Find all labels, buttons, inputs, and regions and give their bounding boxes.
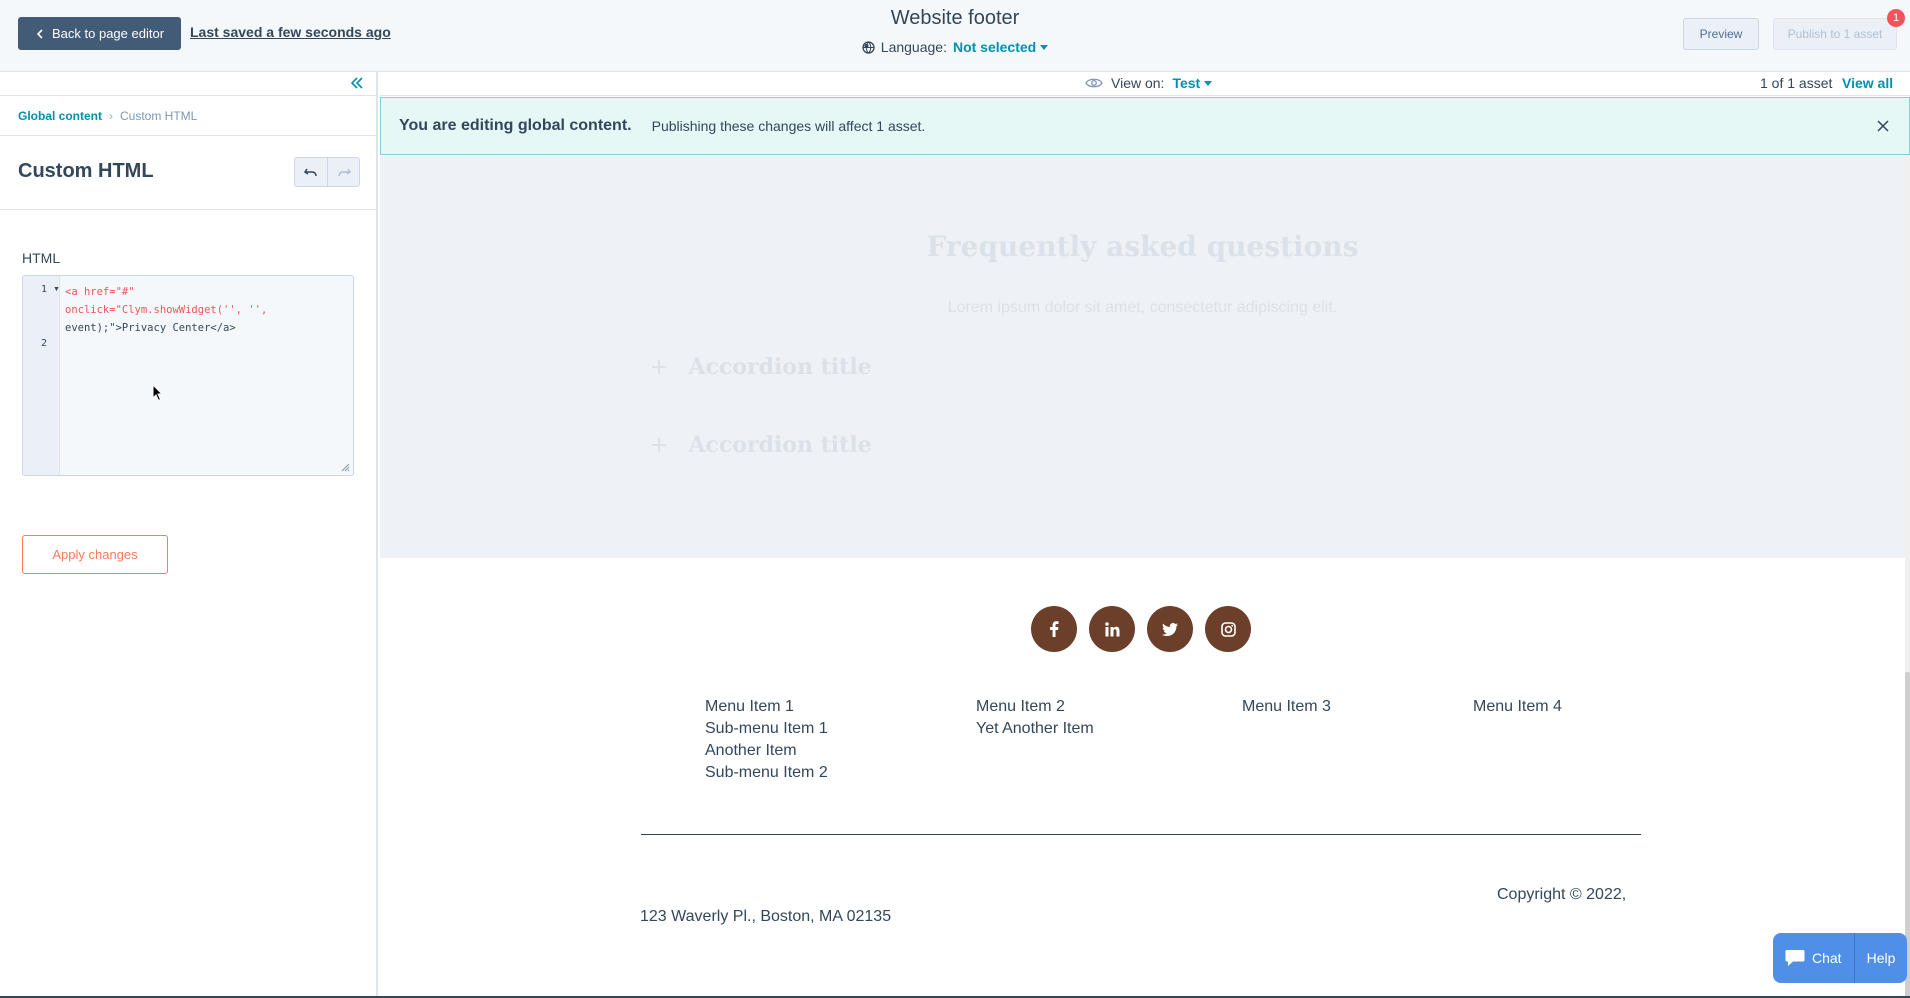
breadcrumb-global-content[interactable]: Global content bbox=[18, 109, 102, 123]
language-value: Not selected bbox=[952, 39, 1037, 55]
footer-menu-1: Menu Item 1 Sub-menu Item 1 Another Item… bbox=[705, 696, 828, 784]
language-selector-row: Language: Not selected bbox=[0, 39, 1910, 55]
close-icon[interactable] bbox=[1875, 118, 1891, 134]
undo-icon bbox=[304, 168, 317, 177]
instagram-icon bbox=[1220, 621, 1236, 637]
chevron-left-icon bbox=[36, 28, 43, 39]
view-on-label: View on: bbox=[1111, 75, 1165, 91]
undo-redo-group bbox=[294, 157, 360, 187]
banner-bold-text: You are editing global content. bbox=[399, 117, 632, 134]
chat-bubble-icon bbox=[1785, 950, 1805, 966]
collapse-sidebar-icon[interactable] bbox=[348, 74, 366, 92]
menu-item[interactable]: Yet Another Item bbox=[976, 718, 1094, 740]
mouse-cursor-icon bbox=[152, 384, 164, 402]
linkedin-link[interactable] bbox=[1089, 606, 1135, 652]
breadcrumb-current: Custom HTML bbox=[120, 108, 198, 123]
notification-badge[interactable]: 1 bbox=[1887, 9, 1905, 27]
global-content-banner: You are editing global content. Publishi… bbox=[380, 97, 1910, 155]
line-number: 1 bbox=[41, 284, 48, 295]
view-on-bar: View on: Test 1 of 1 asset View all bbox=[380, 72, 1910, 96]
menu-item[interactable]: Menu Item 3 bbox=[1242, 696, 1331, 718]
menu-item[interactable]: Menu Item 2 bbox=[976, 696, 1094, 718]
menu-item[interactable]: Menu Item 4 bbox=[1473, 696, 1562, 718]
accordion-item[interactable]: + Accordion title bbox=[650, 354, 872, 380]
redo-icon bbox=[337, 168, 351, 177]
help-label: Help bbox=[1866, 950, 1896, 966]
menu-item[interactable]: Sub-menu Item 2 bbox=[705, 762, 828, 784]
code-line-1c: event);">Privacy Center</a> bbox=[65, 322, 236, 334]
panel-title: Custom HTML bbox=[18, 160, 154, 182]
accordion-item[interactable]: + Accordion title bbox=[650, 432, 872, 458]
chat-label: Chat bbox=[1812, 950, 1842, 966]
breadcrumb: Global content › Custom HTML bbox=[0, 96, 376, 136]
publish-button[interactable]: Publish to 1 asset bbox=[1773, 18, 1897, 50]
accordion-title: Accordion title bbox=[688, 354, 872, 380]
footer-menu-2: Menu Item 2 Yet Another Item bbox=[976, 696, 1094, 740]
code-content[interactable]: <a href="#" onclick="Clym.showWidget('',… bbox=[65, 283, 267, 337]
breadcrumb-separator-icon: › bbox=[109, 108, 113, 123]
asset-count: 1 of 1 asset bbox=[1760, 75, 1833, 91]
menu-item[interactable]: Sub-menu Item 1 bbox=[705, 718, 828, 740]
top-bar: Back to page editor Last saved a few sec… bbox=[0, 0, 1910, 72]
accordion-title: Accordion title bbox=[688, 432, 872, 458]
footer-menu-4: Menu Item 4 bbox=[1473, 696, 1562, 718]
facebook-icon bbox=[1050, 621, 1059, 637]
globe-icon bbox=[862, 40, 875, 54]
menu-item[interactable]: Menu Item 1 bbox=[705, 696, 828, 718]
faq-title: Frequently asked questions bbox=[926, 230, 1359, 263]
fold-arrow-icon[interactable]: ▼ bbox=[53, 286, 60, 293]
line-number-gutter: 1 ▼ 2 bbox=[23, 276, 60, 475]
caret-down-icon bbox=[1204, 80, 1213, 86]
chat-widget: Chat Help bbox=[1773, 933, 1908, 983]
twitter-link[interactable] bbox=[1147, 606, 1193, 652]
plus-icon: + bbox=[650, 432, 669, 458]
faq-section: Frequently asked questions Lorem ipsum d… bbox=[380, 156, 1905, 558]
page-title: Website footer bbox=[890, 7, 1020, 29]
twitter-icon bbox=[1162, 622, 1178, 636]
chat-button[interactable]: Chat bbox=[1773, 933, 1854, 983]
html-field-label: HTML bbox=[22, 250, 61, 266]
redo-button[interactable] bbox=[327, 158, 359, 186]
view-on-selector: View on: Test bbox=[1085, 75, 1213, 91]
caret-down-icon bbox=[1040, 44, 1049, 50]
banner-text: Publishing these changes will affect 1 a… bbox=[651, 118, 926, 134]
panel-header: Custom HTML bbox=[0, 136, 376, 210]
plus-icon: + bbox=[650, 354, 669, 380]
address-text: 123 Waverly Pl., Boston, MA 02135 bbox=[640, 908, 892, 925]
view-all-link[interactable]: View all bbox=[1842, 75, 1893, 91]
linkedin-icon bbox=[1104, 621, 1119, 636]
language-dropdown[interactable]: Not selected bbox=[952, 39, 1049, 55]
language-label: Language: bbox=[880, 39, 947, 55]
social-icons bbox=[1031, 606, 1251, 652]
collapse-row bbox=[0, 72, 376, 96]
faq-subtitle: Lorem ipsum dolor sit amet, consectetur … bbox=[947, 299, 1338, 316]
footer-divider bbox=[641, 834, 1641, 835]
code-line-1b: onclick="Clym.showWidget('', '', bbox=[65, 304, 268, 316]
facebook-link[interactable] bbox=[1031, 606, 1077, 652]
resize-grip-icon[interactable] bbox=[340, 462, 350, 472]
menu-item[interactable]: Another Item bbox=[705, 740, 828, 762]
view-on-value: Test bbox=[1172, 75, 1201, 91]
instagram-link[interactable] bbox=[1205, 606, 1251, 652]
help-button[interactable]: Help bbox=[1853, 933, 1908, 983]
undo-button[interactable] bbox=[295, 158, 327, 186]
eye-icon bbox=[1085, 78, 1103, 88]
preview-button[interactable]: Preview bbox=[1683, 18, 1759, 50]
apply-changes-button[interactable]: Apply changes bbox=[22, 535, 168, 574]
code-line-1a: <a href="#" bbox=[65, 286, 135, 298]
footer-menu-3: Menu Item 3 bbox=[1242, 696, 1331, 718]
copyright-text: Copyright © 2022, bbox=[1497, 886, 1627, 903]
html-code-editor[interactable]: 1 ▼ 2 <a href="#" onclick="Clym.showWidg… bbox=[22, 275, 354, 476]
line-number: 2 bbox=[41, 338, 48, 349]
view-on-dropdown[interactable]: Test bbox=[1172, 75, 1213, 91]
